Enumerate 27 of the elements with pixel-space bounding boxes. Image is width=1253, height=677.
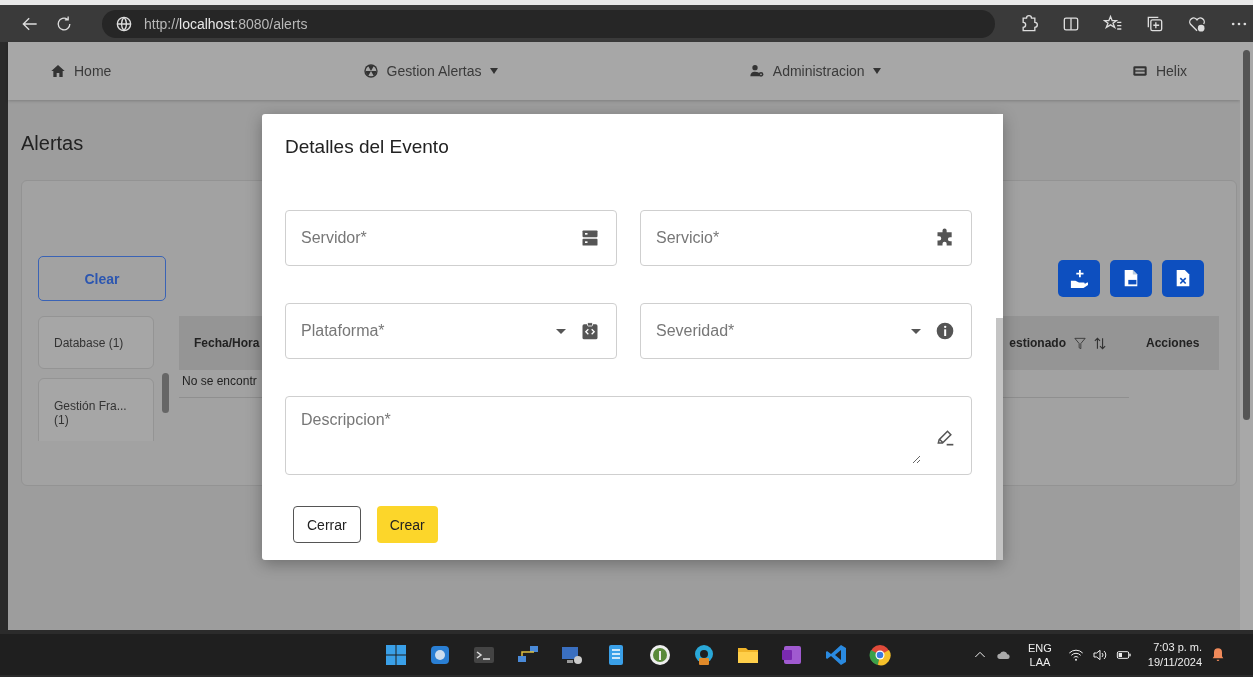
address-bar[interactable]: http://localhost:8080/alerts — [102, 9, 995, 38]
page-title: Alertas — [21, 132, 84, 155]
column-header: Acciones — [1146, 336, 1200, 350]
filter-chip[interactable]: Gestión Fra... (1) — [38, 378, 154, 441]
description-field[interactable]: Descripcion* — [285, 396, 972, 475]
filter-chip[interactable]: Database (1) — [38, 316, 154, 369]
text-input[interactable]: Servicio* — [656, 229, 921, 247]
nav-menu-item[interactable]: Gestion Alertas — [362, 63, 498, 79]
empty-message: No se encontr — [182, 374, 257, 388]
input-field[interactable]: Servicio* — [640, 210, 972, 266]
nav-menu-item[interactable]: Helix — [1131, 63, 1187, 79]
input-field[interactable]: Servidor* — [285, 210, 617, 266]
dialog-title: Detalles del Evento — [285, 136, 450, 158]
language-indicator[interactable]: ENG LAA — [1028, 640, 1052, 669]
select-field[interactable]: Plataforma* — [285, 303, 617, 359]
close-button[interactable]: Cerrar — [293, 506, 361, 543]
column-header: Fecha/Hora — [194, 336, 260, 350]
select-input[interactable]: Plataforma* — [301, 322, 542, 340]
select-field[interactable]: Severidad* — [640, 303, 972, 359]
clock[interactable]: 7:03 p. m. 19/11/2024 — [1147, 639, 1203, 670]
text-input[interactable]: Servidor* — [301, 229, 566, 247]
nav-menu-item[interactable]: Administracion — [748, 63, 881, 79]
nav-menu-item[interactable]: Home — [50, 63, 112, 79]
text-area[interactable]: Descripcion* — [301, 411, 921, 464]
column-header: estionado — [1009, 336, 1066, 350]
create-button[interactable]: Crear — [376, 506, 438, 543]
select-input[interactable]: Severidad* — [656, 322, 897, 340]
